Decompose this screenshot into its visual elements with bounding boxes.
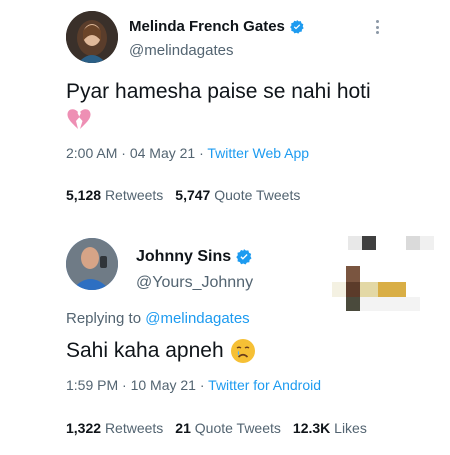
avatar[interactable] — [66, 238, 118, 290]
more-options-icon[interactable] — [370, 18, 384, 36]
tweet-stats: 1,322 Retweets 21 Quote Tweets 12.3K Lik… — [66, 420, 367, 436]
tweet-melinda: Melinda French Gates @melindagates Pyar … — [0, 0, 450, 222]
profile-photo-icon — [66, 238, 118, 290]
retweets-stat[interactable]: 5,128 Retweets — [66, 187, 163, 203]
meta-separator: · — [121, 145, 130, 161]
avatar[interactable] — [66, 11, 118, 63]
tweet-johnny: Johnny Sins @Yours_Johnny Replying to @m… — [0, 222, 450, 455]
tweet-date[interactable]: 04 May 21 — [130, 145, 195, 161]
tweet-source[interactable]: Twitter for Android — [208, 377, 321, 393]
retweets-stat[interactable]: 1,322 Retweets — [66, 420, 163, 436]
tweet-text-row: Sahi kaha apneh — [66, 338, 256, 364]
tweet-time[interactable]: 1:59 PM — [66, 377, 118, 393]
tweet-timestamp: 2:00 AM · 04 May 21 · Twitter Web App — [66, 145, 309, 161]
tweet-text: Pyar hamesha paise se nahi hoti — [66, 80, 371, 103]
tweet-date[interactable]: 10 May 21 — [131, 377, 196, 393]
profile-photo-icon — [66, 11, 118, 63]
sad-face-icon — [230, 339, 255, 363]
tweet-text: Sahi kaha apneh — [66, 339, 224, 362]
tweet-stats: 5,128 Retweets 5,747 Quote Tweets — [66, 187, 300, 203]
quote-tweets-stat[interactable]: 21 Quote Tweets — [175, 420, 281, 436]
verified-badge-icon — [236, 249, 252, 265]
user-name-row[interactable]: Melinda French Gates — [129, 18, 305, 35]
meta-separator: · — [199, 377, 209, 393]
tweet-source[interactable]: Twitter Web App — [207, 145, 309, 161]
meta-separator: · — [122, 377, 131, 393]
user-name-row[interactable]: Johnny Sins — [136, 248, 253, 266]
replying-to: Replying to @melindagates — [66, 310, 250, 327]
display-name[interactable]: Melinda French Gates — [129, 18, 285, 35]
verified-badge-icon — [290, 19, 304, 34]
quote-tweets-stat[interactable]: 5,747 Quote Tweets — [175, 187, 300, 203]
broken-heart-icon — [67, 109, 91, 129]
tweet-timestamp: 1:59 PM · 10 May 21 · Twitter for Androi… — [66, 377, 321, 393]
likes-stat[interactable]: 12.3K Likes — [293, 420, 367, 436]
user-handle[interactable]: @Yours_Johnny — [136, 274, 253, 292]
tweet-time[interactable]: 2:00 AM — [66, 145, 117, 161]
user-handle[interactable]: @melindagates — [129, 42, 233, 59]
display-name[interactable]: Johnny Sins — [136, 248, 231, 266]
replying-mention-link[interactable]: @melindagates — [145, 310, 249, 327]
replying-label: Replying to — [66, 310, 142, 327]
